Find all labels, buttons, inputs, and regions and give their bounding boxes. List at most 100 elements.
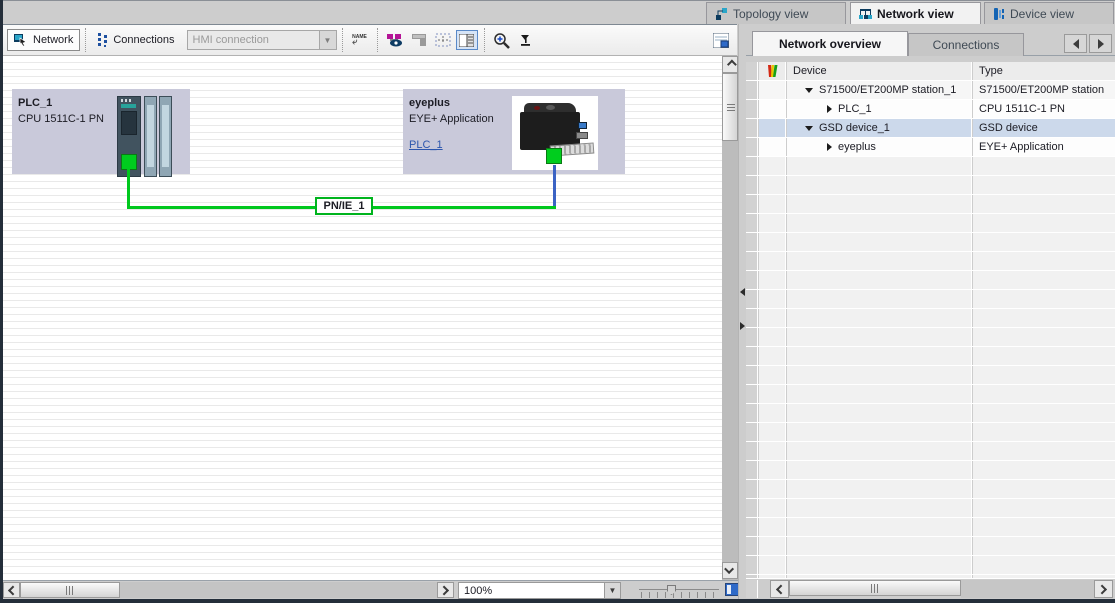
empty-row	[746, 176, 1115, 195]
tab-label: Network overview	[779, 37, 881, 51]
collapse-panel-button[interactable]	[710, 30, 732, 50]
tab-scroll-left-button[interactable]	[1064, 34, 1087, 53]
table-row[interactable]: PLC_1 CPU 1511C-1 PN	[746, 100, 1115, 119]
splitter-collapse-right-icon[interactable]	[740, 322, 745, 330]
table-row[interactable]: eyeplus EYE+ Application	[746, 138, 1115, 157]
gsd-profinet-port[interactable]	[546, 148, 562, 164]
split-pane-icon	[459, 34, 474, 47]
empty-row	[746, 385, 1115, 404]
row-selector-cell	[746, 62, 758, 80]
plc-node-name: PLC_1	[18, 97, 52, 109]
table-row[interactable]: S71500/ET200MP station_1 S71500/ET200MP …	[746, 81, 1115, 100]
device-name: S71500/ET200MP station_1	[819, 84, 956, 96]
device-name: eyeplus	[838, 141, 876, 153]
scroll-right-button[interactable]	[437, 582, 454, 598]
tab-network-overview[interactable]: Network overview	[752, 31, 908, 56]
scroll-left-button[interactable]	[770, 580, 789, 598]
panel-horizontal-scrollbar[interactable]	[746, 578, 1115, 598]
show-address-button[interactable]	[384, 30, 406, 50]
empty-row	[746, 404, 1115, 423]
page-break-grid-icon	[435, 33, 451, 47]
horizontal-scroll-track[interactable]	[120, 582, 437, 598]
zoom-slider-track[interactable]	[639, 589, 719, 590]
tab-network-view[interactable]: Network view	[850, 2, 981, 24]
connections-mode-button[interactable]: Connections	[91, 29, 180, 51]
window-border-left	[0, 0, 3, 603]
plc-device-image[interactable]	[117, 96, 172, 177]
column-header-type[interactable]: Type	[973, 62, 1115, 80]
expand-icon[interactable]	[827, 105, 832, 113]
plc-profinet-port[interactable]	[121, 154, 137, 170]
splitter-collapse-left-icon[interactable]	[740, 288, 745, 296]
empty-row	[746, 480, 1115, 499]
tab-label: Device view	[1010, 7, 1074, 21]
tab-label: Network view	[877, 7, 954, 21]
split-pane-button[interactable]	[456, 30, 478, 50]
scroll-up-button[interactable]	[722, 56, 738, 73]
scroll-down-button[interactable]	[722, 562, 738, 579]
device-type: CPU 1511C-1 PN	[979, 103, 1065, 115]
collapse-icon[interactable]	[805, 126, 813, 131]
empty-row	[746, 309, 1115, 328]
highlight-io-icon	[412, 34, 426, 47]
device-filter-icon	[766, 64, 779, 78]
toolbar-separator	[484, 28, 485, 52]
network-mode-label: Network	[33, 34, 73, 46]
scroll-left-button[interactable]	[3, 582, 20, 598]
canvas-status-bar: 100% ▼	[3, 580, 738, 599]
tab-scroll-right-button[interactable]	[1089, 34, 1112, 53]
page-break-grid-button[interactable]	[432, 30, 454, 50]
zoom-dropdown-arrow-icon[interactable]: ▼	[604, 583, 620, 598]
scroll-right-button[interactable]	[1094, 580, 1113, 598]
column-header-device[interactable]: Device	[787, 62, 972, 80]
empty-row	[746, 461, 1115, 480]
empty-row	[746, 556, 1115, 575]
device-filter-cell[interactable]	[759, 62, 786, 80]
connection-line-green-vertical[interactable]	[127, 169, 130, 207]
subnet-label[interactable]: PN/IE_1	[315, 197, 373, 215]
fit-to-view-button[interactable]	[515, 30, 537, 50]
horizontal-scroll-thumb[interactable]	[20, 582, 120, 598]
empty-row	[746, 233, 1115, 252]
table-row[interactable]: GSD device_1 GSD device	[746, 119, 1115, 138]
gsd-node-name: eyeplus	[409, 97, 450, 109]
network-mode-button[interactable]: Network	[7, 29, 80, 51]
dropdown-arrow-icon[interactable]: ▼	[319, 31, 336, 49]
connection-line-blue[interactable]	[553, 165, 556, 207]
zoom-level-dropdown[interactable]: 100% ▼	[458, 582, 621, 599]
tab-topology-view[interactable]: Topology view	[706, 2, 846, 24]
horizontal-scroll-thumb[interactable]	[789, 580, 961, 596]
pane-splitter[interactable]	[738, 24, 746, 599]
connection-type-dropdown[interactable]: HMI connection ▼	[187, 30, 337, 50]
gsd-device-image[interactable]	[512, 96, 598, 170]
highlight-io-button[interactable]	[408, 30, 430, 50]
empty-row	[746, 157, 1115, 176]
tab-device-view[interactable]: Device view	[984, 2, 1114, 24]
tia-portal-network-view: Topology view Network view Device view N…	[0, 0, 1115, 603]
relabel-name-button[interactable]: NAME⤶	[349, 30, 371, 50]
expand-icon[interactable]	[827, 143, 832, 151]
tab-connections[interactable]: Connections	[908, 33, 1024, 56]
empty-row	[746, 328, 1115, 347]
empty-row	[746, 518, 1115, 537]
window-border-bottom	[0, 599, 1115, 603]
subnet-label-text: PN/IE_1	[324, 200, 365, 212]
zoom-magnifier-icon	[493, 32, 510, 49]
device-name: GSD device_1	[819, 122, 890, 134]
device-type: S71500/ET200MP station	[979, 84, 1104, 96]
empty-row	[746, 499, 1115, 518]
zoom-tool-button[interactable]	[491, 30, 513, 50]
empty-row	[746, 252, 1115, 271]
canvas-vertical-scrollbar[interactable]	[722, 56, 738, 580]
collapse-icon[interactable]	[805, 88, 813, 93]
empty-row	[746, 537, 1115, 556]
network-canvas[interactable]: PLC_1 CPU 1511C-1 PN eyeplus EYE+ Applic…	[3, 56, 722, 580]
vertical-scroll-thumb[interactable]	[722, 73, 738, 141]
gsd-assigned-plc-link[interactable]: PLC_1	[409, 139, 443, 151]
zoom-slider-ticks	[641, 592, 717, 598]
window-border-top	[0, 0, 1115, 1]
topology-view-icon	[715, 8, 728, 20]
horizontal-scroll-track[interactable]	[961, 580, 1094, 598]
empty-row	[746, 442, 1115, 461]
plc-cpu-module	[117, 96, 141, 177]
